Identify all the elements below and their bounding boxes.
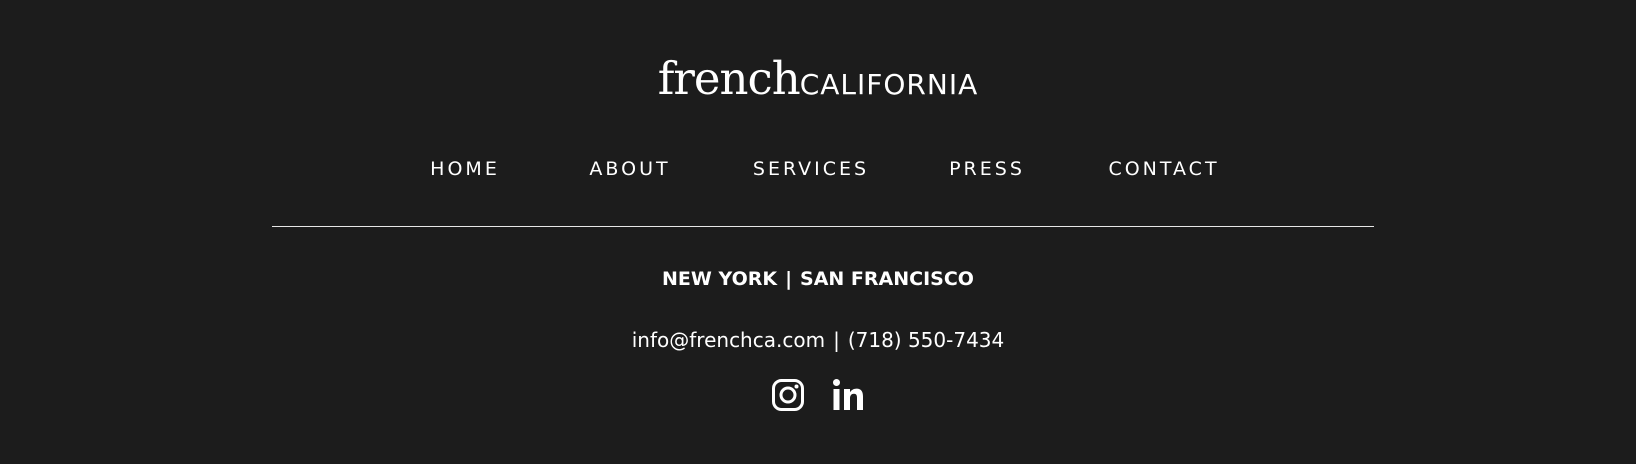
instagram-icon [771, 379, 804, 411]
location-san-francisco: SAN FRANCISCO [800, 268, 974, 290]
brand-logo[interactable]: frenchCALIFORNIA [0, 56, 1636, 101]
logo-caps-text: CALIFORNIA [799, 68, 979, 101]
contact-info: info@frenchca.com | (718) 550-7434 [0, 328, 1636, 352]
location-separator: | [785, 268, 793, 290]
nav-item-about[interactable]: ABOUT [589, 158, 670, 180]
location-new-york: NEW YORK [662, 268, 778, 290]
office-locations: NEW YORK | SAN FRANCISCO [0, 268, 1636, 290]
email-link[interactable]: info@frenchca.com [632, 328, 825, 352]
nav-item-press[interactable]: PRESS [949, 158, 1025, 180]
nav-item-services[interactable]: SERVICES [753, 158, 869, 180]
instagram-link[interactable] [771, 378, 805, 412]
linkedin-icon [833, 379, 864, 410]
contact-separator: | [833, 328, 840, 352]
nav-item-home[interactable]: HOME [430, 158, 500, 180]
site-footer: frenchCALIFORNIA HOME ABOUT SERVICES PRE… [0, 0, 1636, 464]
linkedin-link[interactable] [831, 378, 865, 412]
logo-script-text: french [657, 52, 801, 105]
nav-item-contact[interactable]: CONTACT [1108, 158, 1219, 180]
footer-nav: HOME ABOUT SERVICES PRESS CONTACT [0, 158, 1636, 184]
phone-link[interactable]: (718) 550-7434 [848, 328, 1004, 352]
footer-divider [272, 226, 1374, 227]
social-links [0, 378, 1636, 412]
